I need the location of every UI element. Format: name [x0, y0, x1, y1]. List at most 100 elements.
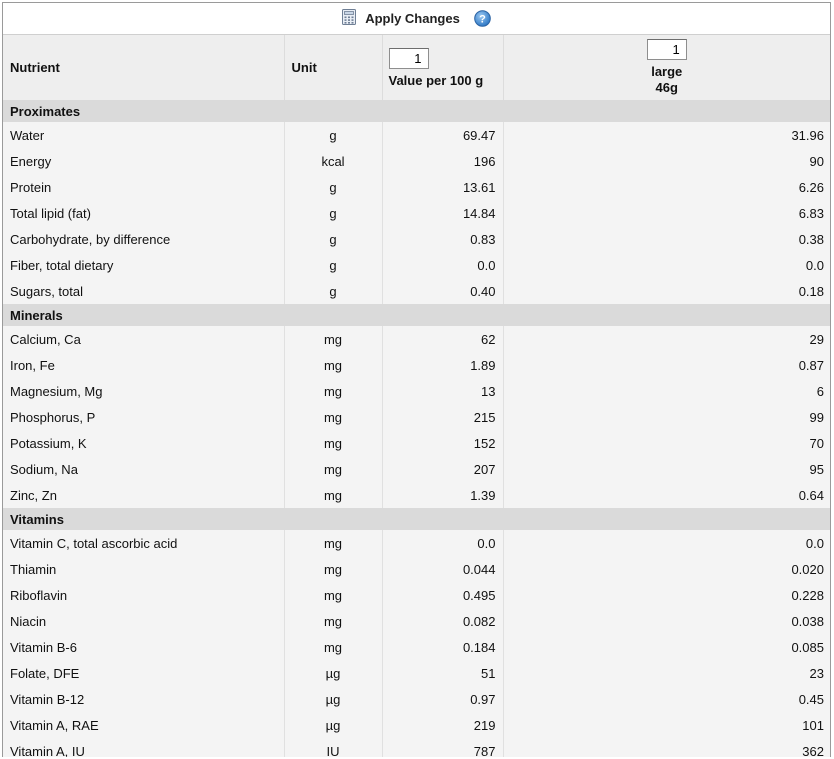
nutrient-name: Phosphorus, P [3, 404, 285, 430]
apply-changes-button[interactable]: Apply Changes [342, 9, 460, 28]
nutrient-name: Magnesium, Mg [3, 378, 285, 404]
value-quantity-input[interactable] [388, 47, 429, 69]
table-row: Calcium, Ca mg 62 29 [3, 326, 830, 352]
table-row: Potassium, Kmg 152 70 [3, 430, 830, 456]
value-per-serving: 23 [503, 660, 830, 686]
table-row: Vitamin C, total ascorbic acid mg 0.0 0.0 [3, 530, 830, 556]
value-per-100g: 0.83 [382, 226, 504, 252]
nutrient-unit: mg [284, 608, 383, 634]
value-per-100g: 13.61 [382, 174, 504, 200]
table-row: Riboflavin mg 0.495 0.228 [3, 582, 830, 608]
nutrient-name: Potassium, K [3, 430, 285, 456]
value-per-100g: 62 [382, 326, 504, 352]
group-header-proximates: Proximates [3, 100, 830, 122]
value-per-serving: 70 [503, 430, 830, 456]
table-row: Vitamin B-6 mg 0.184 0.085 [3, 634, 830, 660]
help-icon[interactable]: ? [474, 10, 491, 27]
table-row: Vitamin A, IU IU 787 362 [3, 738, 830, 757]
table-row: Zinc, Zn mg 1.39 0.64 [3, 482, 830, 508]
value-per-serving: 362 [503, 738, 830, 757]
group-header-minerals: Minerals [3, 304, 830, 326]
group-name: Minerals [3, 304, 830, 326]
value-per-serving: 0.0 [503, 252, 830, 278]
group-header-vitamins: Vitamins [3, 508, 830, 530]
nutrient-name: Zinc, Zn [3, 482, 285, 508]
nutrient-unit: mg [284, 530, 383, 556]
header-unit: Unit [284, 35, 383, 100]
header-nutrient: Nutrient [3, 35, 285, 100]
table-row: Sodium, Na mg 207 95 [3, 456, 830, 482]
table-row: Magnesium, Mg mg 13 6 [3, 378, 830, 404]
value-per-100g: 207 [382, 456, 504, 482]
value-per-serving: 0.085 [503, 634, 830, 660]
table-row: Water g 69.47 31.96 [3, 122, 830, 148]
nutrient-name: Water [3, 122, 285, 148]
table-row: Folate, DFE µg 51 23 [3, 660, 830, 686]
value-per-100g: 51 [382, 660, 504, 686]
nutrient-unit: mg [284, 352, 383, 378]
nutrient-unit: g [284, 174, 383, 200]
nutrient-unit: mg [284, 430, 383, 456]
header-serving: large 46g [503, 35, 830, 100]
value-per-serving: 0.38 [503, 226, 830, 252]
nutrient-unit: µg [284, 712, 383, 738]
nutrient-unit: mg [284, 556, 383, 582]
value-per-serving: 0.038 [503, 608, 830, 634]
value-per-serving: 6.26 [503, 174, 830, 200]
value-per-100g: 0.97 [382, 686, 504, 712]
value-per-100g: 13 [382, 378, 504, 404]
table-row: Protein g 13.61 6.26 [3, 174, 830, 200]
value-per-100g: 787 [382, 738, 504, 757]
nutrient-unit: mg [284, 634, 383, 660]
table-row: Energy kcal 196 90 [3, 148, 830, 174]
table-row: Fiber, total dietary g 0.0 0.0 [3, 252, 830, 278]
nutrient-unit: mg [284, 378, 383, 404]
table-header-row: Nutrient Unit Value per 100 g large 46g [3, 35, 830, 100]
nutrient-unit: IU [284, 738, 383, 757]
value-per-100g: 0.0 [382, 252, 504, 278]
value-per-100g: 0.184 [382, 634, 504, 660]
value-per-serving: 0.87 [503, 352, 830, 378]
nutrient-unit: µg [284, 686, 383, 712]
serving-quantity-input[interactable] [646, 39, 687, 60]
nutrient-name: Sugars, total [3, 278, 285, 304]
nutrient-name: Protein [3, 174, 285, 200]
nutrient-name: Total lipid (fat) [3, 200, 285, 226]
table-row: Thiamin mg 0.044 0.020 [3, 556, 830, 582]
value-per-100g: 69.47 [382, 122, 504, 148]
nutrient-unit: g [284, 200, 383, 226]
nutrient-name: Thiamin [3, 556, 285, 582]
nutrient-panel: Apply Changes ? Nutrient Unit 1 Value pe… [2, 2, 831, 757]
value-per-100g: 14.84 [382, 200, 504, 226]
value-per-serving: 31.96 [503, 122, 830, 148]
value-per-100g: 215 [382, 404, 504, 430]
value-per-serving: 0.020 [503, 556, 830, 582]
nutrient-unit: kcal [284, 148, 383, 174]
value-per-100g: 1.39 [382, 482, 504, 508]
nutrient-name: Iron, Fe [3, 352, 285, 378]
nutrient-unit: µg [284, 660, 383, 686]
value-per-serving: 6.83 [503, 200, 830, 226]
nutrient-name: Folate, DFE [3, 660, 285, 686]
apply-changes-label: Apply Changes [365, 11, 460, 26]
table-row: Sugars, total g 0.40 0.18 [3, 278, 830, 304]
nutrient-table-body: Proximates Water g 69.47 31.96 Energy kcal 196 9… [3, 100, 830, 757]
serving-label: large [651, 64, 683, 79]
header-value-per-100g: Value per 100 g [382, 35, 504, 100]
nutrient-unit: g [284, 226, 383, 252]
table-row: Niacin mg 0.082 0.038 [3, 608, 830, 634]
value-per-serving: 90 [503, 148, 830, 174]
serving-weight: 46g [655, 80, 678, 95]
nutrient-name: Vitamin A, IU [3, 738, 285, 757]
value-per-100g-label: Value per 100 g [388, 72, 484, 88]
nutrient-name: Calcium, Ca [3, 326, 285, 352]
calculator-icon [342, 9, 357, 28]
svg-text:?: ? [479, 14, 486, 26]
value-per-100g: 1.89 [382, 352, 504, 378]
value-per-100g: 0.40 [382, 278, 504, 304]
nutrient-name: Fiber, total dietary [3, 252, 285, 278]
table-row: Phosphorus, Pmg 215 99 [3, 404, 830, 430]
nutrient-unit: mg [284, 582, 383, 608]
value-per-serving: 99 [503, 404, 830, 430]
value-per-serving: 101 [503, 712, 830, 738]
